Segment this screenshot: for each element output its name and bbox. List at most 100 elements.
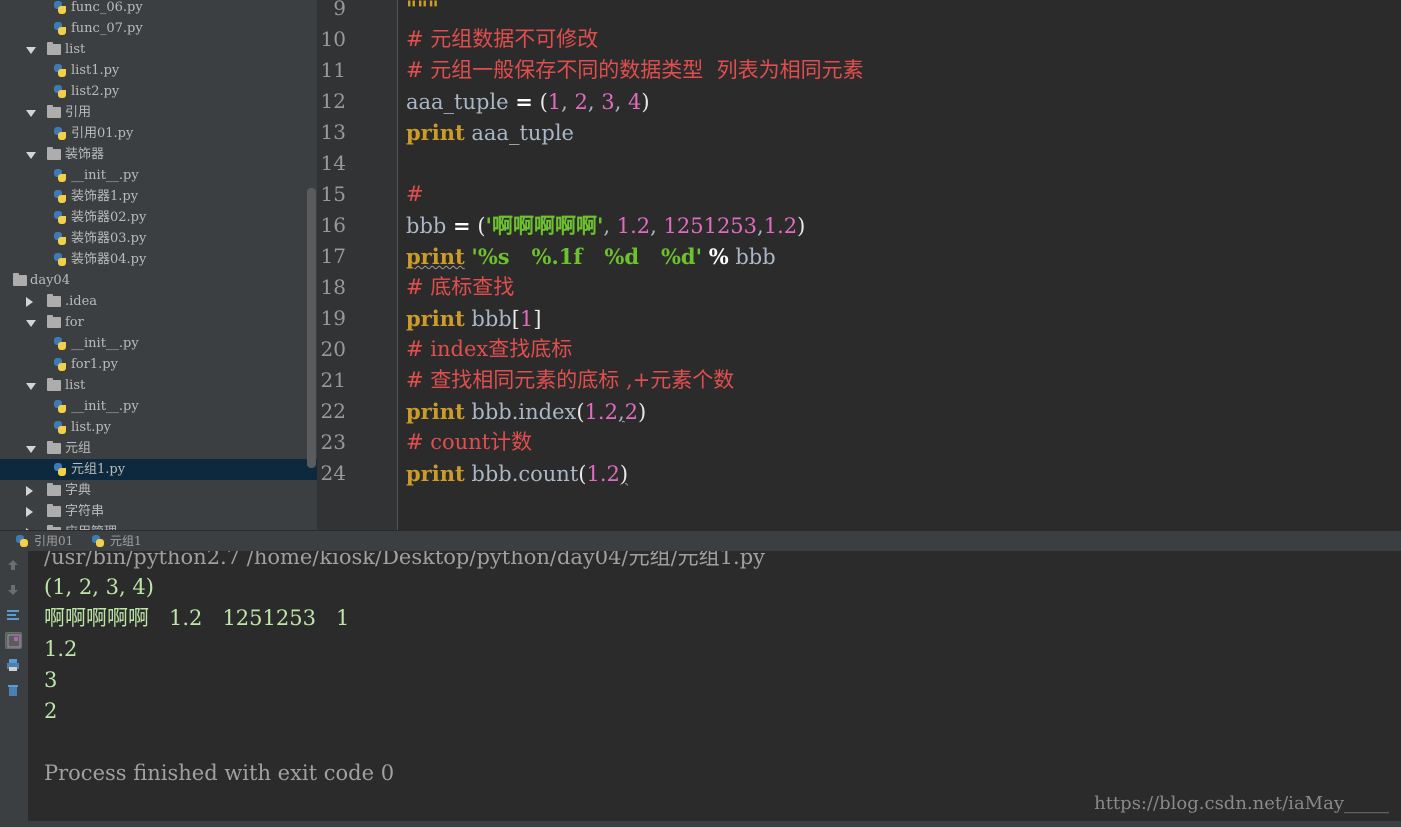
code-line[interactable]: # count计数: [406, 427, 532, 458]
python-file-icon: [53, 421, 66, 435]
tree-file-row[interactable]: list.py: [0, 417, 317, 438]
code-token: bbb.index: [464, 400, 577, 424]
tree-folder-row[interactable]: .idea: [0, 291, 317, 312]
code-token: (: [477, 214, 486, 238]
tree-file-row[interactable]: 装饰器04.py: [0, 249, 317, 270]
tree-file-row[interactable]: func_07.py: [0, 18, 317, 39]
tree-file-row[interactable]: __init__.py: [0, 396, 317, 417]
code-token: """: [406, 0, 439, 21]
python-file-icon: [53, 253, 66, 267]
code-editor[interactable]: """ # 元组数据不可修改 # 元组一般保存不同的数据类型 列表为相同元素 aaa_…: [398, 0, 1401, 530]
tree-file-row[interactable]: func_06.py: [0, 0, 317, 18]
tree-file-row[interactable]: list1.py: [0, 60, 317, 81]
tree-folder-row[interactable]: list: [0, 39, 317, 60]
chevron-down-icon[interactable]: [26, 320, 36, 327]
code-token: # 查找相同元素的底标 ,+元素个数: [406, 368, 735, 392]
code-token: (: [539, 90, 548, 114]
line-number: 20: [320, 337, 346, 361]
tree-file-label: 装饰器02.py: [71, 210, 147, 225]
run-tab-label: 元组1: [110, 534, 142, 548]
tree-file-row[interactable]: 元组1.py: [0, 459, 317, 480]
code-token: ): [619, 462, 629, 486]
chevron-down-icon[interactable]: [26, 152, 36, 159]
code-token: bbb: [728, 245, 776, 269]
code-line[interactable]: # 查找相同元素的底标 ,+元素个数: [406, 365, 734, 396]
tree-folder-row[interactable]: 引用: [0, 102, 317, 123]
code-line[interactable]: print aaa_tuple: [406, 117, 574, 148]
soft-wrap-icon[interactable]: [5, 607, 22, 624]
tree-file-row[interactable]: list2.py: [0, 81, 317, 102]
tree-folder-row[interactable]: 装饰器: [0, 144, 317, 165]
tree-file-label: 引用01.py: [71, 126, 134, 141]
code-line[interactable]: print bbb[1]: [406, 303, 542, 334]
tree-folder-row[interactable]: 元组: [0, 438, 317, 459]
trash-icon[interactable]: [5, 682, 22, 699]
down-arrow-icon[interactable]: [5, 582, 22, 599]
code-line[interactable]: #: [406, 179, 424, 210]
chevron-down-icon[interactable]: [26, 47, 36, 54]
chevron-down-icon[interactable]: [26, 446, 36, 453]
tree-file-row[interactable]: 引用01.py: [0, 123, 317, 144]
tree-folder-row[interactable]: 字典: [0, 480, 317, 501]
tree-file-label: __init__.py: [71, 336, 139, 351]
watermark-text: https://blog.csdn.net/iaMay_____: [1094, 793, 1389, 814]
tree-folder-row[interactable]: list: [0, 375, 317, 396]
tree-file-row[interactable]: 装饰器02.py: [0, 207, 317, 228]
tree-folder-row[interactable]: 应用管理: [0, 522, 317, 530]
code-token: ): [797, 214, 806, 238]
run-console[interactable]: /usr/bin/python2.7 /home/kiosk/Desktop/p…: [28, 551, 1401, 821]
print-icon[interactable]: [5, 657, 22, 674]
project-tree: func_06.py func_07.py list list1.py list2.py…: [0, 0, 318, 530]
code-token: ,: [561, 90, 575, 114]
tree-folder-row[interactable]: day04: [0, 270, 317, 291]
line-number: 22: [320, 399, 346, 423]
code-line[interactable]: # 底标查找: [406, 272, 514, 303]
tree-folder-label: for: [65, 315, 84, 330]
tree-folder-row[interactable]: for: [0, 312, 317, 333]
folder-icon: [47, 294, 61, 307]
tree-scrollbar[interactable]: [307, 188, 316, 468]
folder-icon: [47, 504, 61, 517]
run-tab-yinyong01[interactable]: 引用01: [14, 531, 73, 552]
chevron-right-icon[interactable]: [26, 507, 33, 517]
tree-file-row[interactable]: __init__.py: [0, 333, 317, 354]
code-line[interactable]: # 元组数据不可修改: [406, 24, 598, 55]
tree-folder-label: 装饰器: [65, 147, 105, 162]
code-line[interactable]: print '%s %.1f %d %d' % bbb: [406, 241, 776, 272]
code-line[interactable]: # index查找底标: [406, 334, 572, 365]
code-line[interactable]: # 元组一般保存不同的数据类型 列表为相同元素: [406, 55, 864, 86]
up-arrow-icon[interactable]: [5, 557, 22, 574]
project-tree-rows: func_06.py func_07.py list list1.py list2.py…: [0, 0, 317, 530]
code-line[interactable]: print bbb.count(1.2): [406, 458, 628, 489]
line-number: 15: [320, 182, 346, 206]
code-token: 2: [624, 400, 639, 424]
chevron-down-icon[interactable]: [26, 383, 36, 390]
code-token: (: [576, 400, 585, 424]
run-tab-yuanzu1[interactable]: 元组1: [90, 531, 142, 552]
code-token: ,: [650, 214, 664, 238]
folder-icon: [47, 483, 61, 496]
scroll-to-end-icon[interactable]: [5, 632, 22, 649]
python-file-icon: [53, 169, 66, 183]
chevron-down-icon[interactable]: [26, 110, 36, 117]
tree-file-row[interactable]: __init__.py: [0, 165, 317, 186]
tree-folder-row[interactable]: 字符串: [0, 501, 317, 522]
chevron-right-icon[interactable]: [26, 297, 33, 307]
folder-icon: [47, 315, 61, 328]
tree-file-row[interactable]: 装饰器1.py: [0, 186, 317, 207]
tree-file-label: 装饰器1.py: [71, 189, 139, 204]
code-line[interactable]: print bbb.index(1.2,2): [406, 396, 646, 427]
code-token: =: [515, 89, 533, 114]
tree-file-row[interactable]: for1.py: [0, 354, 317, 375]
line-number: 16: [320, 213, 346, 237]
chevron-right-icon[interactable]: [26, 486, 33, 496]
code-token: 2: [574, 90, 588, 114]
line-number: 11: [320, 58, 346, 82]
code-line[interactable]: """: [406, 0, 439, 24]
code-token: print: [406, 244, 465, 269]
console-output-line: 2: [44, 699, 58, 723]
code-line[interactable]: bbb = ('啊啊啊啊啊', 1.2, 1251253,1.2): [406, 210, 805, 241]
code-line[interactable]: aaa_tuple = (1, 2, 3, 4): [406, 86, 650, 117]
tree-file-row[interactable]: 装饰器03.py: [0, 228, 317, 249]
